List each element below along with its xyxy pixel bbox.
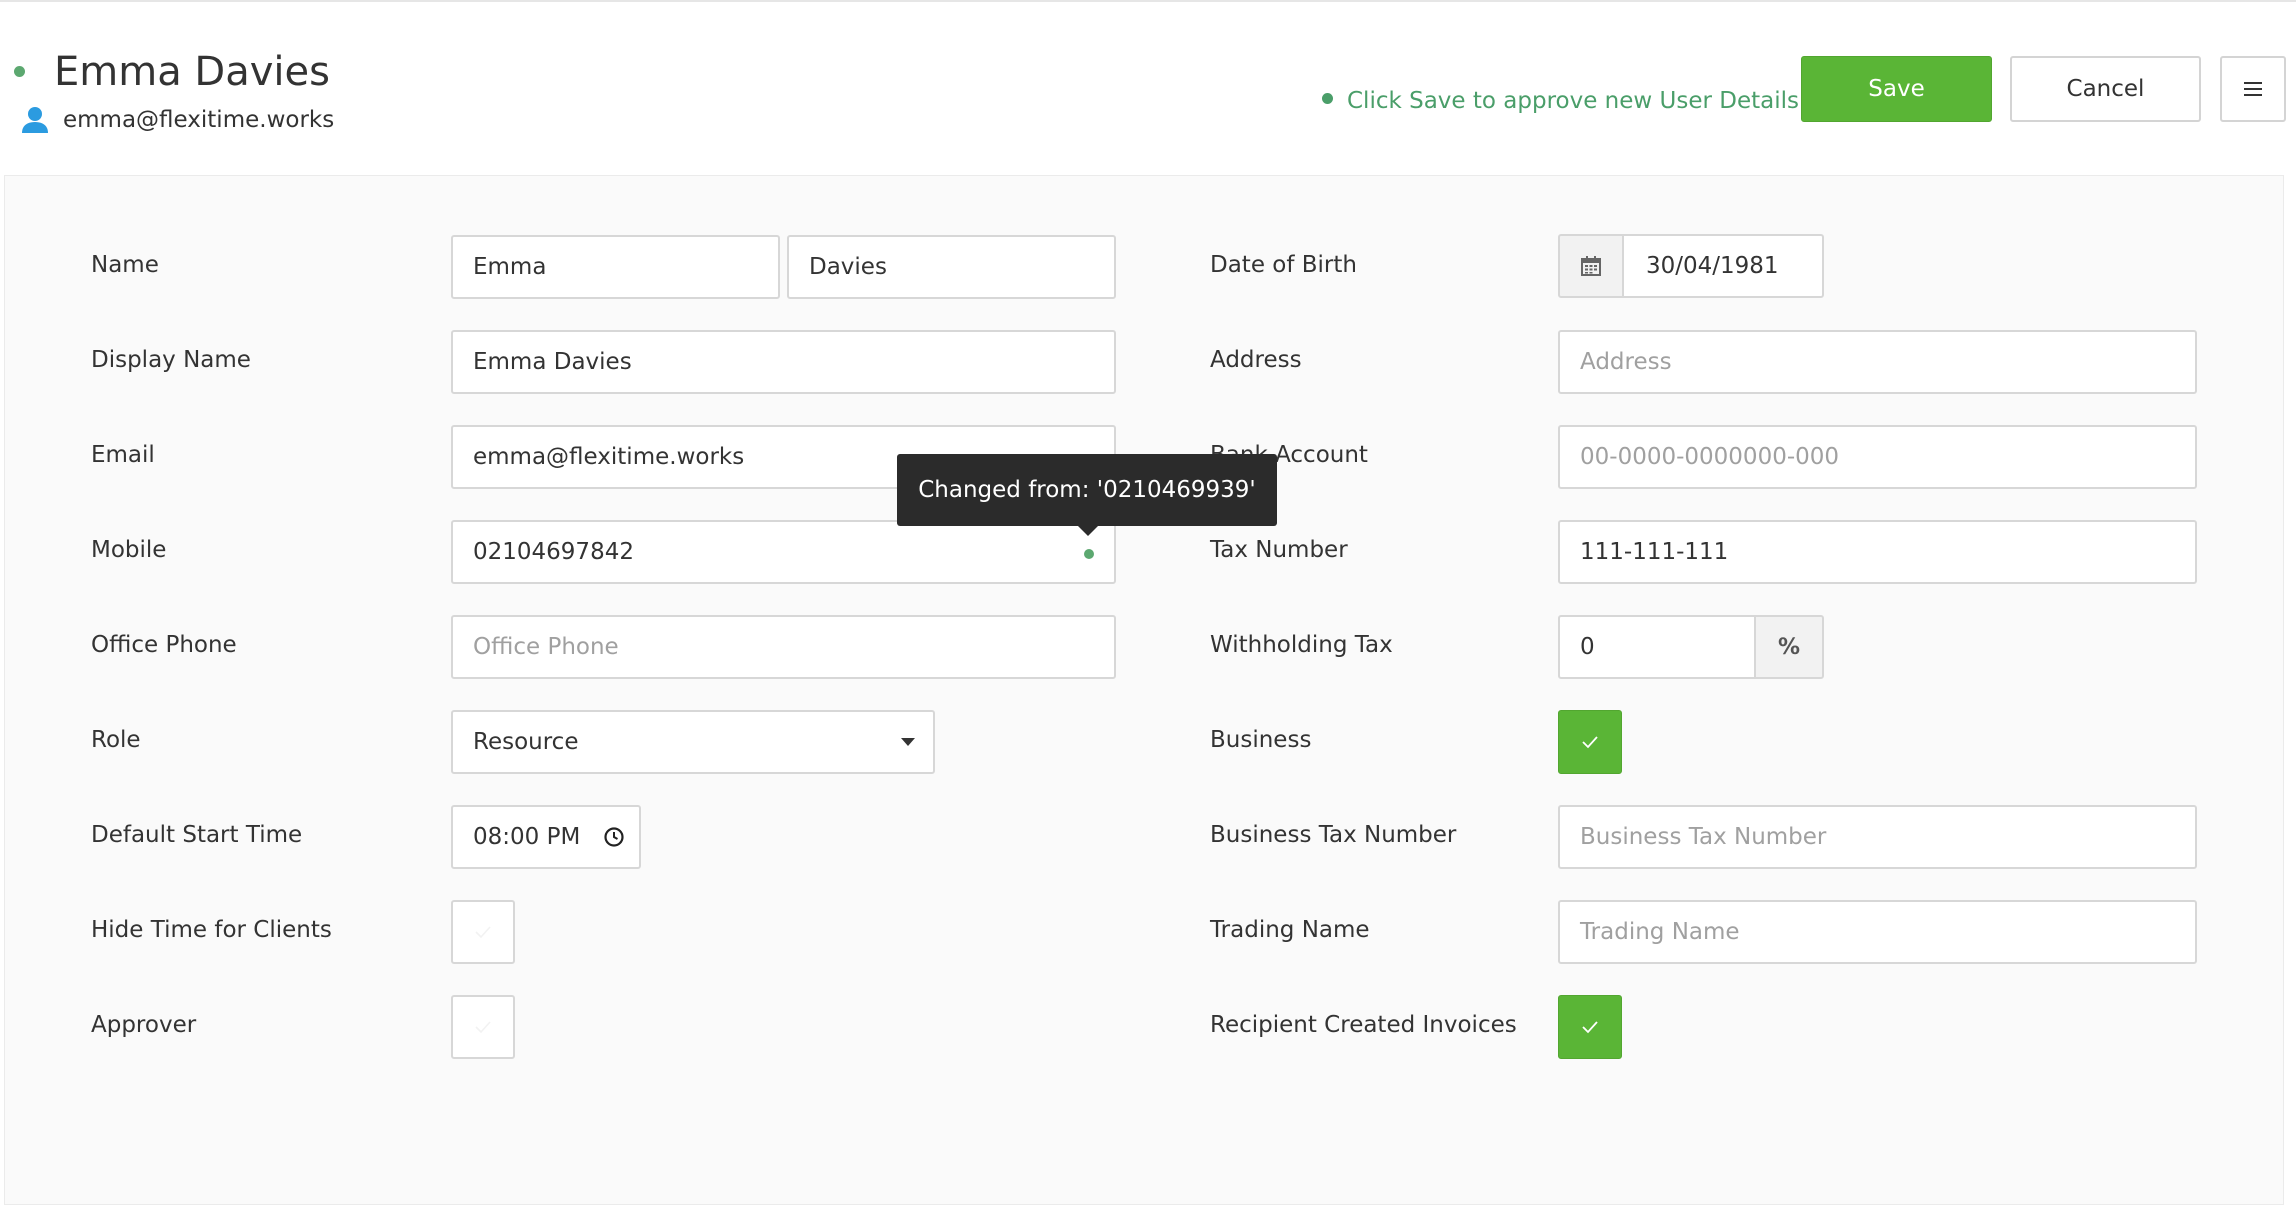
business-tax-label: Business Tax Number [1210,822,1457,848]
tax-number-input[interactable]: 111-111-111 [1558,520,2197,584]
mobile-value: 02104697842 [473,539,634,565]
check-icon [475,1021,491,1034]
address-label: Address [1210,347,1302,373]
tooltip-arrow [1078,526,1098,536]
person-icon [22,107,48,133]
clock-icon[interactable] [603,826,625,848]
first-name-input[interactable]: Emma [451,235,780,299]
start-time-value: 08:00 PM [473,824,581,850]
display-name-input[interactable]: Emma Davies [451,330,1116,394]
hide-time-label: Hide Time for Clients [91,917,332,943]
email-value: emma@flexitime.works [473,444,745,470]
mobile-input[interactable]: 02104697842 [451,520,1116,584]
withholding-tax-value: 0 [1580,634,1595,660]
hide-time-checkbox[interactable] [451,900,515,964]
tax-number-value: 111-111-111 [1580,539,1729,565]
tax-number-label: Tax Number [1210,537,1348,563]
business-label: Business [1210,727,1312,753]
role-value: Resource [473,729,579,755]
bank-account-placeholder: 00-0000-0000000-000 [1580,444,1840,470]
email-label: Email [91,442,155,468]
withholding-tax-label: Withholding Tax [1210,632,1393,658]
approval-hint-text: Click Save to approve new User Details [1347,88,1799,114]
hint-status-dot [1322,93,1333,104]
start-time-label: Default Start Time [91,822,303,848]
calendar-icon [1581,256,1601,276]
rci-label: Recipient Created Invoices [1210,1012,1517,1038]
last-name-value: Davies [809,254,887,280]
trading-name-placeholder: Trading Name [1580,919,1740,945]
dob-input[interactable]: 30/04/1981 [1622,234,1824,298]
page-title: Emma Davies [54,49,330,95]
trading-name-input[interactable]: Trading Name [1558,900,2197,964]
menu-button[interactable] [2220,56,2286,122]
user-email: emma@flexitime.works [63,107,335,133]
role-label: Role [91,727,141,753]
save-button[interactable]: Save [1801,56,1992,122]
first-name-value: Emma [473,254,547,280]
display-name-label: Display Name [91,347,251,373]
check-icon [1582,1021,1598,1034]
business-tax-placeholder: Business Tax Number [1580,824,1827,850]
top-border [0,0,2296,2]
changed-tooltip: Changed from: '0210469939' [897,454,1277,526]
check-icon [1582,736,1598,749]
address-placeholder: Address [1580,349,1672,375]
display-name-value: Emma Davies [473,349,632,375]
approval-hint: Click Save to approve new User Details [1322,84,1799,118]
bank-account-input[interactable]: 00-0000-0000000-000 [1558,425,2197,489]
rci-checkbox[interactable] [1558,995,1622,1059]
hamburger-menu-icon [2244,82,2262,96]
business-tax-input[interactable]: Business Tax Number [1558,805,2197,869]
dob-label: Date of Birth [1210,252,1357,278]
approver-label: Approver [91,1012,197,1038]
office-phone-placeholder: Office Phone [473,634,619,660]
role-select[interactable]: Resource [451,710,935,774]
business-checkbox[interactable] [1558,710,1622,774]
percent-addon: % [1754,615,1824,679]
withholding-tax-input[interactable]: 0 [1558,615,1756,679]
trading-name-label: Trading Name [1210,917,1370,943]
office-phone-input[interactable]: Office Phone [451,615,1116,679]
caret-down-icon [901,738,915,746]
mobile-label: Mobile [91,537,167,563]
user-status-dot [14,66,25,77]
approver-checkbox[interactable] [451,995,515,1059]
changed-indicator-dot[interactable] [1084,549,1094,559]
date-picker-button[interactable] [1558,234,1624,298]
start-time-input[interactable]: 08:00 PM [451,805,641,869]
name-label: Name [91,252,159,278]
cancel-button[interactable]: Cancel [2010,56,2201,122]
address-input[interactable]: Address [1558,330,2197,394]
dob-value: 30/04/1981 [1646,253,1779,279]
check-icon [475,926,491,939]
office-phone-label: Office Phone [91,632,237,658]
last-name-input[interactable]: Davies [787,235,1116,299]
